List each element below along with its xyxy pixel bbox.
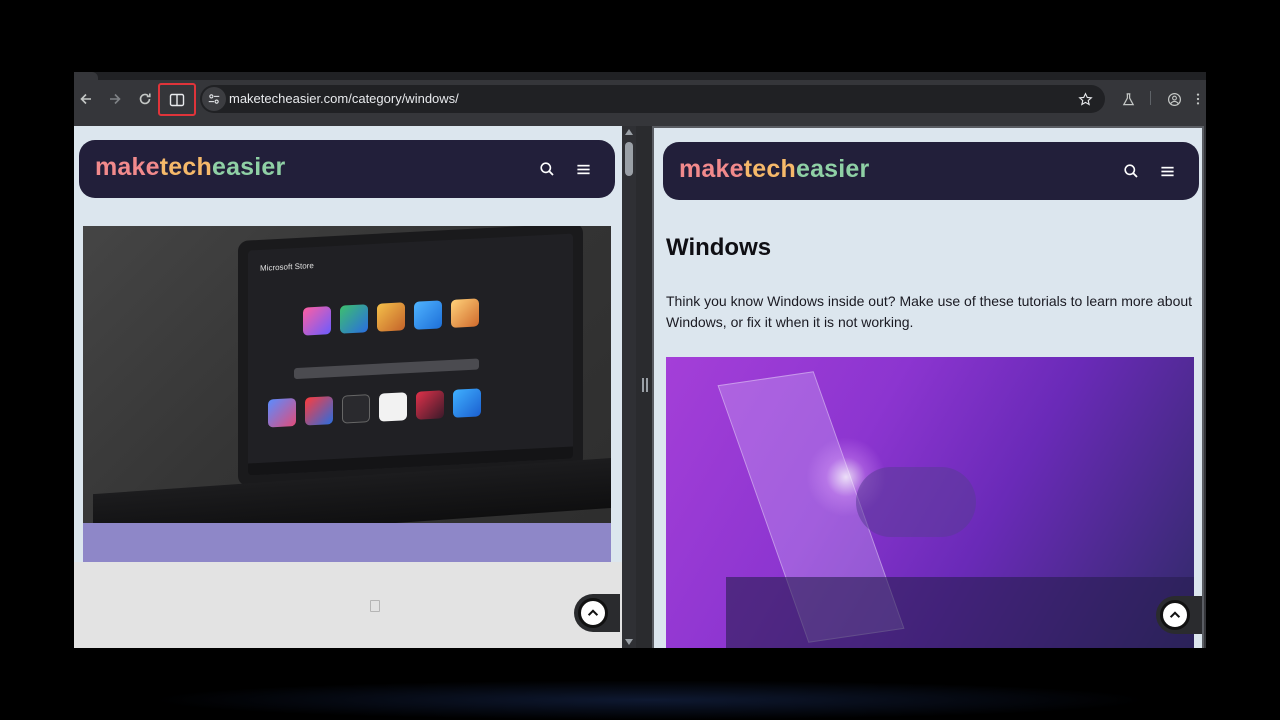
chevron-up-icon — [578, 598, 608, 628]
image-caption-band — [83, 523, 611, 562]
site-logo[interactable]: maketecheasier — [95, 153, 285, 182]
logo-make: make — [95, 153, 160, 181]
scrollbar-thumb[interactable] — [625, 142, 633, 176]
scroll-up-arrow-icon[interactable] — [625, 129, 633, 135]
hand-illustration — [856, 467, 976, 537]
laptop-screen: Microsoft Store — [248, 233, 573, 475]
article-hero-image[interactable] — [666, 357, 1194, 648]
app-tile — [303, 306, 331, 335]
app-tile — [268, 398, 296, 427]
logo-make: make — [679, 155, 744, 183]
app-tile — [305, 396, 333, 425]
back-to-top-button[interactable] — [574, 594, 620, 632]
category-description: Think you know Windows inside out? Make … — [666, 291, 1196, 333]
forward-icon[interactable] — [103, 87, 127, 111]
page-title: Windows — [666, 234, 771, 262]
ad-placeholder — [74, 562, 622, 648]
active-tab-stub[interactable] — [74, 72, 98, 80]
left-pane-scrollbar[interactable] — [622, 126, 636, 648]
back-to-top-button[interactable] — [1156, 596, 1202, 634]
search-icon[interactable] — [537, 159, 557, 179]
store-search-bar — [294, 358, 479, 379]
site-logo[interactable]: maketecheasier — [679, 155, 869, 184]
hamburger-menu-icon[interactable] — [1157, 161, 1177, 181]
app-tile — [416, 390, 444, 419]
article-hero-image[interactable]: Microsoft Store — [83, 226, 611, 523]
tab-strip — [74, 72, 1206, 80]
screenshot-stage: maketecheasier.com/category/windows/ mak… — [0, 0, 1280, 720]
chevron-up-icon — [1160, 600, 1190, 630]
background-glow — [150, 680, 1150, 720]
split-resize-handle-icon[interactable] — [642, 378, 648, 392]
logo-easier: easier — [796, 155, 870, 183]
document-placeholder-icon — [370, 600, 380, 612]
more-menu-icon[interactable] — [1190, 87, 1206, 111]
logo-easier: easier — [212, 153, 286, 181]
toolbar-separator — [1150, 91, 1151, 105]
reload-icon[interactable] — [133, 87, 157, 111]
store-window-title: Microsoft Store — [260, 261, 314, 273]
logo-tech: tech — [160, 153, 212, 181]
split-pane-left[interactable]: maketecheasier Microsoft Store — [74, 126, 622, 648]
app-tile — [377, 302, 405, 331]
split-pane-right[interactable]: maketecheasier Windows Think you know Wi… — [652, 126, 1204, 648]
app-tile — [342, 394, 370, 423]
address-bar[interactable]: maketecheasier.com/category/windows/ — [200, 85, 1105, 113]
logo-tech: tech — [744, 155, 796, 183]
search-icon[interactable] — [1121, 161, 1141, 181]
split-view-icon — [169, 92, 185, 108]
app-tile — [340, 304, 368, 333]
back-icon[interactable] — [74, 87, 98, 111]
labs-flask-icon[interactable] — [1116, 87, 1140, 111]
app-tile — [379, 392, 407, 421]
url-text: maketecheasier.com/category/windows/ — [229, 91, 459, 106]
browser-toolbar: maketecheasier.com/category/windows/ — [74, 80, 1206, 118]
keyboard-illustration — [726, 577, 1194, 648]
app-tile — [453, 388, 481, 417]
browser-window: maketecheasier.com/category/windows/ mak… — [74, 72, 1206, 648]
site-info-icon[interactable] — [202, 87, 226, 111]
scroll-down-arrow-icon[interactable] — [625, 639, 633, 645]
app-tile — [414, 300, 442, 329]
site-header: maketecheasier — [79, 140, 615, 198]
app-tile — [451, 298, 479, 327]
site-header: maketecheasier — [663, 142, 1199, 200]
hamburger-menu-icon[interactable] — [573, 159, 593, 179]
profile-icon[interactable] — [1162, 87, 1186, 111]
laptop-illustration: Microsoft Store — [238, 226, 583, 486]
split-view-button[interactable] — [158, 83, 196, 116]
bookmark-star-icon[interactable] — [1075, 89, 1095, 109]
